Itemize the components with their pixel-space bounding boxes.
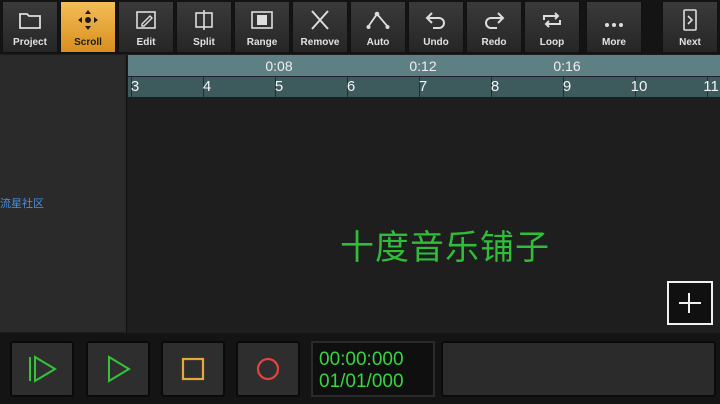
bar-number: 10 [630,78,648,95]
redo-label: Redo [481,37,507,48]
move-arrows-icon [61,8,115,32]
edit-button[interactable]: Edit [118,1,174,53]
record-icon [256,357,280,381]
bar-number: 11 [703,78,719,95]
remove-label: Remove [300,37,340,48]
more-label: More [602,37,626,48]
stop-button[interactable] [161,341,225,397]
bar-number: 4 [202,78,212,95]
redo-icon [467,8,521,32]
remove-button[interactable]: Remove [292,1,348,53]
edit-label: Edit [136,37,156,48]
time-label: 0:16 [553,58,581,74]
split-label: Split [193,37,215,48]
record-button[interactable] [236,341,300,397]
watermark-text: 流星社区 [0,197,44,210]
track-area[interactable] [128,97,720,332]
toolbar: Project Scroll Edit Split Range Remove A… [0,0,720,54]
counter-time: 00:00:000 [319,349,404,370]
more-button[interactable]: More [586,1,642,53]
folder-icon [3,8,57,32]
redo-button[interactable]: Redo [466,1,522,53]
bar-number: 3 [130,78,140,95]
range-icon [235,8,289,32]
pencil-icon [119,8,173,32]
play-icon [108,355,131,383]
loop-icon [525,8,579,32]
project-label: Project [13,37,47,48]
bar-number: 8 [490,78,500,95]
split-icon [177,8,231,32]
project-button[interactable]: Project [2,1,58,53]
range-label: Range [246,37,278,48]
play-from-start-button[interactable] [10,341,74,397]
time-label: 0:08 [265,58,293,74]
next-button[interactable]: Next [662,1,718,53]
undo-icon [409,8,463,32]
bar-number: 7 [418,78,428,95]
bar-number: 5 [274,78,284,95]
automation-icon [351,8,405,32]
bar-number: 6 [346,78,356,95]
auto-label: Auto [366,37,390,48]
position-counter[interactable]: 00:00:000 01/01/000 [311,341,435,397]
track-header-panel[interactable] [0,55,127,332]
transport-bar: 00:00:000 01/01/000 [0,333,720,404]
next-label: Next [679,37,701,48]
loop-label: Loop [539,37,565,48]
split-button[interactable]: Split [176,1,232,53]
time-label: 0:12 [409,58,437,74]
scroll-label: Scroll [74,37,102,48]
play-from-start-icon [29,355,57,383]
undo-label: Undo [423,37,449,48]
bar-number: 9 [562,78,572,95]
add-track-button[interactable] [667,281,713,325]
counter-bar: 01/01/000 [319,371,404,392]
loop-button[interactable]: Loop [524,1,580,53]
undo-button[interactable]: Undo [408,1,464,53]
timeline-ruler[interactable]: 0:08 0:12 0:16 3 4 5 6 7 8 9 10 11 [128,55,720,97]
scroll-button[interactable]: Scroll [60,1,116,53]
info-panel [441,341,716,397]
next-page-icon [663,8,717,32]
stop-icon [181,357,205,381]
more-dots-icon [587,8,641,32]
auto-button[interactable]: Auto [350,1,406,53]
range-button[interactable]: Range [234,1,290,53]
overlay-watermark-text: 十度音乐铺子 [340,228,550,268]
play-button[interactable] [86,341,150,397]
x-icon [293,8,347,32]
